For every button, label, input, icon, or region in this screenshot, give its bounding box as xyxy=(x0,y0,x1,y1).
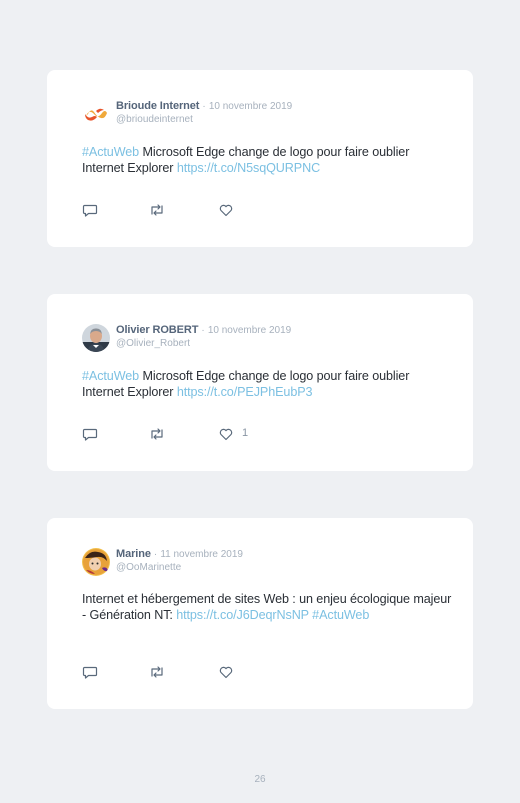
tweet-text: #ActuWeb Microsoft Edge change de logo p… xyxy=(82,369,452,400)
user-handle[interactable]: @Olivier_Robert xyxy=(116,338,190,350)
tweet-text: Internet et hébergement de sites Web : u… xyxy=(82,592,452,623)
reply-icon[interactable] xyxy=(82,426,98,444)
separator: · xyxy=(153,549,158,560)
tweet-actions: 1 xyxy=(82,426,282,444)
like-icon[interactable] xyxy=(218,664,234,682)
tweet-text: #ActuWeb Microsoft Edge change de logo p… xyxy=(82,145,452,176)
reply-icon[interactable] xyxy=(82,202,98,220)
user-line: Olivier ROBERT · 10 novembre 2019 xyxy=(116,324,291,337)
tweet-header: Brioude Internet · 10 novembre 2019 @bri… xyxy=(82,99,452,129)
hashtag-link[interactable]: #ActuWeb xyxy=(82,369,139,383)
hashtag-link[interactable]: #ActuWeb xyxy=(82,145,139,159)
tweet-header: Olivier ROBERT · 10 novembre 2019 @Olivi… xyxy=(82,323,452,353)
like-icon[interactable] xyxy=(218,426,234,444)
like-icon[interactable] xyxy=(218,202,234,220)
user-photo-icon[interactable] xyxy=(82,548,110,576)
like-count: 1 xyxy=(242,427,249,439)
tweet-date[interactable]: 11 novembre 2019 xyxy=(160,549,243,560)
user-handle[interactable]: @OoMarinette xyxy=(116,562,181,574)
tweet-actions xyxy=(82,202,282,220)
separator: · xyxy=(202,101,206,112)
display-name[interactable]: Brioude Internet xyxy=(116,100,199,112)
retweet-icon[interactable] xyxy=(148,202,166,220)
retweet-icon[interactable] xyxy=(148,426,166,444)
tweet-card: Olivier ROBERT · 10 novembre 2019 @Olivi… xyxy=(47,294,473,471)
url-link[interactable]: https://t.co/J6DeqrNsNP xyxy=(176,608,309,622)
tweet-date[interactable]: 10 novembre 2019 xyxy=(209,101,292,112)
retweet-icon[interactable] xyxy=(148,664,166,682)
user-handle[interactable]: @brioudeinternet xyxy=(116,114,193,126)
display-name[interactable]: Olivier ROBERT xyxy=(116,324,198,336)
hashtag-link[interactable]: #ActuWeb xyxy=(312,608,369,622)
url-link[interactable]: https://t.co/PEJPhEubP3 xyxy=(177,385,313,399)
tweet-card: Brioude Internet · 10 novembre 2019 @bri… xyxy=(47,70,473,247)
display-name[interactable]: Marine xyxy=(116,548,151,560)
reply-icon[interactable] xyxy=(82,664,98,682)
user-photo-icon[interactable] xyxy=(82,324,110,352)
page: Brioude Internet · 10 novembre 2019 @bri… xyxy=(0,0,520,803)
user-line: Marine · 11 novembre 2019 xyxy=(116,548,243,561)
page-number: 26 xyxy=(254,774,266,785)
tweet-date[interactable]: 10 novembre 2019 xyxy=(208,325,291,336)
brioude-logo-icon[interactable] xyxy=(82,100,110,128)
user-line: Brioude Internet · 10 novembre 2019 xyxy=(116,100,292,113)
tweet-card: Marine · 11 novembre 2019 @OoMarinette I… xyxy=(47,518,473,709)
url-link[interactable]: https://t.co/N5sqQURPNC xyxy=(177,161,320,175)
separator: · xyxy=(201,325,205,336)
tweet-header: Marine · 11 novembre 2019 @OoMarinette xyxy=(82,547,452,577)
tweet-actions xyxy=(82,664,282,682)
